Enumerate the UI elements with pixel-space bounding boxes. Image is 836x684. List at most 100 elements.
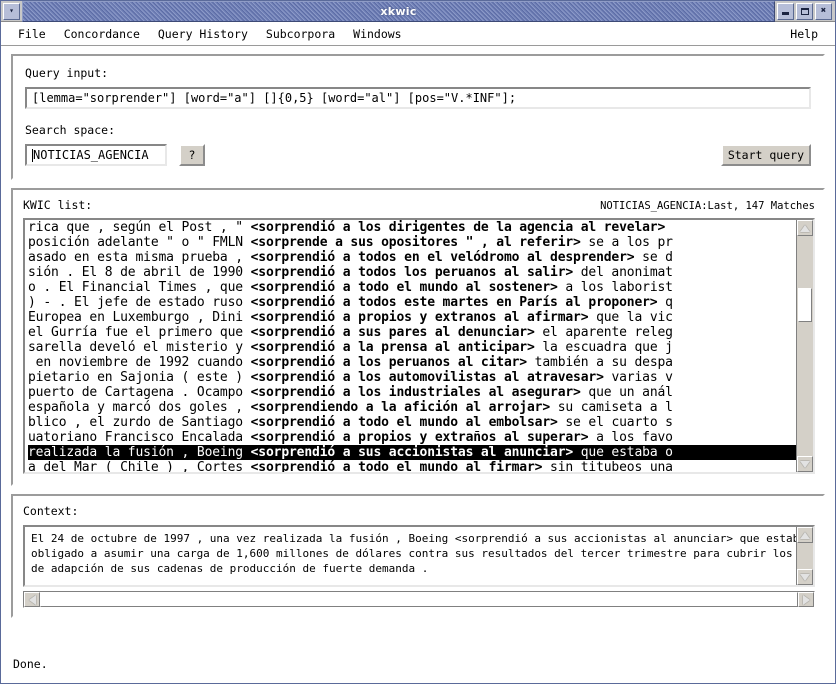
kwic-right-context: la escuadra que j xyxy=(534,340,673,355)
kwic-row[interactable]: sión . El 8 de abril de 1990 <sorprendió… xyxy=(28,265,796,280)
kwic-vertical-scrollbar[interactable] xyxy=(796,220,813,472)
kwic-keyword: <sorprendió a todo el mundo al embolsar> xyxy=(250,415,558,430)
context-panel: Context: El 24 de octubre de 1997 , una … xyxy=(11,494,825,618)
scroll-up-arrow-icon[interactable] xyxy=(797,220,813,236)
context-hscroll-track[interactable] xyxy=(40,592,798,607)
kwic-row[interactable]: o . El Financial Times , que <sorprendió… xyxy=(28,280,796,295)
query-panel: Query input: [lemma="sorprender"] [word=… xyxy=(11,54,825,180)
kwic-right-context: que estaba o xyxy=(573,445,673,460)
kwic-row[interactable]: española y marcó dos goles , <sorprendie… xyxy=(28,400,796,415)
search-space-input[interactable]: NOTICIAS_AGENCIA xyxy=(25,144,167,166)
kwic-left-context: ) - . El jefe de estado ruso xyxy=(28,295,251,310)
kwic-row[interactable]: blico , el zurdo de Santiago <sorprendió… xyxy=(28,415,796,430)
status-bar: Done. xyxy=(1,649,835,683)
kwic-row[interactable]: asado en esta misma prueba , <sorprendió… xyxy=(28,250,796,265)
kwic-list-label: KWIC list: xyxy=(23,198,93,212)
kwic-right-context: se a los pr xyxy=(580,235,673,250)
kwic-keyword: <sorprendió a todos los peruanos al sali… xyxy=(250,265,574,280)
kwic-left-context: realizada la fusión , Boeing xyxy=(28,445,251,460)
kwic-keyword: <sorprendió a todo el mundo al sostener> xyxy=(250,280,558,295)
status-text: Done. xyxy=(13,657,48,671)
kwic-left-context: española y marcó dos goles , xyxy=(28,400,251,415)
kwic-right-context: del anonimat xyxy=(573,265,673,280)
close-icon[interactable]: ✖ xyxy=(815,2,832,20)
kwic-right-context: q xyxy=(657,295,673,310)
kwic-right-context: a los laborist xyxy=(557,280,673,295)
scroll-left-arrow-icon[interactable] xyxy=(24,592,40,607)
kwic-keyword: <sorprendió a propios y extraños al supe… xyxy=(250,430,589,445)
main-content: Query input: [lemma="sorprender"] [word=… xyxy=(1,46,835,649)
kwic-keyword: <sorprendió a todos en el velódromo al d… xyxy=(250,250,635,265)
kwic-row[interactable]: ) - . El jefe de estado ruso <sorprendió… xyxy=(28,295,796,310)
chevron-down-icon[interactable]: ▾ xyxy=(3,2,20,20)
kwic-keyword: <sorprendió a sus accionistas al anuncia… xyxy=(250,445,574,460)
menu-item-subcorpora[interactable]: Subcorpora xyxy=(257,25,344,43)
context-text[interactable]: El 24 de octubre de 1997 , una vez reali… xyxy=(25,527,796,585)
kwic-left-context: sarella develó el misterio y xyxy=(28,340,251,355)
kwic-left-context: el Gurría fue el primero que xyxy=(28,325,251,340)
menu-item-file[interactable]: File xyxy=(9,25,55,43)
kwic-row[interactable]: pietario en Sajonia ( este ) <sorprendió… xyxy=(28,370,796,385)
kwic-row[interactable]: a del Mar ( Chile ) , Cortes <sorprendió… xyxy=(28,460,796,472)
kwic-list[interactable]: rica que , según el Post , " <sorprendió… xyxy=(25,220,796,472)
start-query-button[interactable]: Start query xyxy=(720,144,811,166)
window-title: xkwic xyxy=(380,4,417,18)
kwic-keyword: <sorprendió a la prensa al anticipar> xyxy=(250,340,535,355)
kwic-right-context: varias v xyxy=(603,370,673,385)
kwic-header: KWIC list: NOTICIAS_AGENCIA:Last, 147 Ma… xyxy=(23,198,815,212)
menu-item-windows[interactable]: Windows xyxy=(344,25,410,43)
kwic-row[interactable]: posición adelante " o " FMLN <sorprende … xyxy=(28,235,796,250)
kwic-left-context: puerto de Cartagena . Ocampo xyxy=(28,385,251,400)
kwic-left-context: posición adelante " o " FMLN xyxy=(28,235,251,250)
kwic-left-context: o . El Financial Times , que xyxy=(28,280,251,295)
xkwic-window: ▾ xkwic ✖ File Concordance Query History… xyxy=(0,0,836,684)
kwic-scroll-track[interactable] xyxy=(797,236,813,456)
context-scroll-track[interactable] xyxy=(797,543,813,569)
minimize-icon[interactable] xyxy=(777,2,794,20)
kwic-left-context: a del Mar ( Chile ) , Cortes xyxy=(28,460,251,472)
kwic-scroll-thumb[interactable] xyxy=(798,288,812,322)
kwic-keyword: <sorprendió a los peruanos al citar> xyxy=(250,355,528,370)
kwic-row[interactable]: Europea en Luxemburgo , Dini <sorprendió… xyxy=(28,310,796,325)
search-space-help-button[interactable]: ? xyxy=(179,144,205,166)
kwic-keyword: <sorprendió a propios y extranos al afir… xyxy=(250,310,589,325)
menu-item-query-history[interactable]: Query History xyxy=(149,25,257,43)
context-text-container: El 24 de octubre de 1997 , una vez reali… xyxy=(23,525,815,587)
scroll-down-arrow-icon[interactable] xyxy=(797,456,813,472)
kwic-keyword: <sorprendió a los dirigentes de la agenc… xyxy=(250,220,666,235)
kwic-row[interactable]: sarella develó el misterio y <sorprendió… xyxy=(28,340,796,355)
kwic-right-context: se el cuarto s xyxy=(557,415,673,430)
maximize-icon[interactable] xyxy=(796,2,813,20)
kwic-row[interactable]: rica que , según el Post , " <sorprendió… xyxy=(28,220,796,235)
query-input[interactable]: [lemma="sorprender"] [word="a"] []{0,5} … xyxy=(25,87,811,109)
kwic-left-context: asado en esta misma prueba , xyxy=(28,250,251,265)
kwic-row[interactable]: en noviembre de 1992 cuando <sorprendió … xyxy=(28,355,796,370)
kwic-row[interactable]: el Gurría fue el primero que <sorprendió… xyxy=(28,325,796,340)
search-space-value: NOTICIAS_AGENCIA xyxy=(33,148,149,162)
kwic-right-context: que un anál xyxy=(580,385,673,400)
kwic-row[interactable]: puerto de Cartagena . Ocampo <sorprendió… xyxy=(28,385,796,400)
menu-item-concordance[interactable]: Concordance xyxy=(55,25,149,43)
title-bar-gradient[interactable]: xkwic xyxy=(22,0,775,22)
kwic-panel: KWIC list: NOTICIAS_AGENCIA:Last, 147 Ma… xyxy=(11,188,825,486)
kwic-row[interactable]: realizada la fusión , Boeing <sorprendió… xyxy=(28,445,796,460)
query-input-value: [lemma="sorprender"] [word="a"] []{0,5} … xyxy=(32,91,517,105)
context-scroll-down-arrow-icon[interactable] xyxy=(797,569,813,585)
context-horizontal-scrollbar[interactable] xyxy=(23,591,815,608)
menu-item-help[interactable]: Help xyxy=(781,25,827,43)
kwic-keyword: <sorprendió a todos este martes en París… xyxy=(250,295,658,310)
context-vertical-scrollbar[interactable] xyxy=(796,527,813,585)
context-scroll-up-arrow-icon[interactable] xyxy=(797,527,813,543)
context-line: El 24 de octubre de 1997 , una vez reali… xyxy=(31,532,796,545)
scroll-right-arrow-icon[interactable] xyxy=(798,592,814,607)
search-space-row: Search space: NOTICIAS_AGENCIA ? Start q… xyxy=(25,123,811,166)
context-label: Context: xyxy=(23,504,79,518)
search-space-label: Search space: xyxy=(25,123,116,137)
kwic-left-context: rica que , según el Post , " xyxy=(28,220,251,235)
context-line: obligado a asumir una carga de 1,600 mil… xyxy=(31,547,796,560)
kwic-left-context: uatoriano Francisco Encalada xyxy=(28,430,251,445)
query-input-label: Query input: xyxy=(25,66,109,80)
title-bar: ▾ xkwic ✖ xyxy=(1,0,835,22)
kwic-row[interactable]: uatoriano Francisco Encalada <sorprendió… xyxy=(28,430,796,445)
kwic-keyword: <sorprendió a los automovilistas al atra… xyxy=(250,370,604,385)
